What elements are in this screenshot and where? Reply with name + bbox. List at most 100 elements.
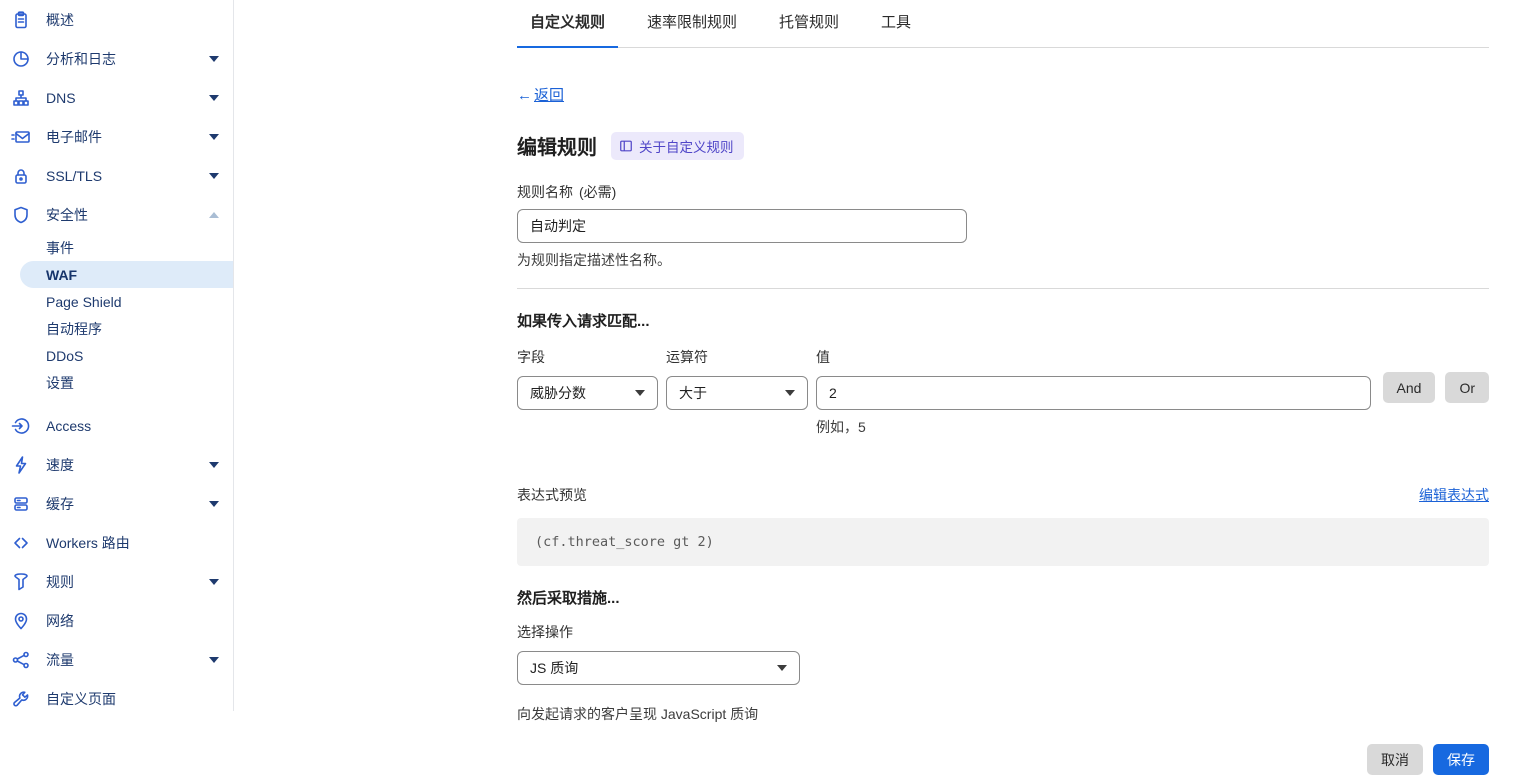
sidebar-item-traffic[interactable]: 流量 [0,640,233,679]
action-select-label: 选择操作 [517,622,1489,642]
expression-preview-label: 表达式预览 [517,485,587,505]
tab-managed-rules[interactable]: 托管规则 [766,0,852,48]
title-row: 编辑规则 关于自定义规则 [517,131,1489,160]
sidebar-item-label: 概述 [46,10,74,30]
value-column: 值 例如，5 [816,347,1371,437]
back-link[interactable]: 返回 [534,87,564,104]
sidebar-item-network[interactable]: 网络 [0,601,233,640]
chevron-down-icon [209,501,219,507]
action-select[interactable]: JS 质询 [517,651,800,685]
and-button[interactable]: And [1383,372,1436,403]
sidebar-item-ssl[interactable]: SSL/TLS [0,156,233,195]
rule-name-input[interactable] [517,209,967,243]
chevron-down-icon [209,462,219,468]
sidebar-item-workers[interactable]: Workers 路由 [0,523,233,562]
sidebar-item-label: Page Shield [46,294,122,310]
or-button[interactable]: Or [1445,372,1489,403]
sidebar-item-label: Access [46,418,91,434]
sidebar-item-email[interactable]: 电子邮件 [0,117,233,156]
filter-funnel-icon [10,572,32,592]
action-help: 向发起请求的客户呈现 JavaScript 质询 [517,704,1489,724]
field-select[interactable]: 威胁分数 [517,376,658,410]
sidebar-item-label: 自定义页面 [46,689,116,709]
location-pin-icon [10,611,32,631]
sidebar-item-label: DNS [46,90,76,106]
sidebar-subitem-bots[interactable]: 自动程序 [0,315,233,342]
chevron-up-icon [209,212,219,218]
sidebar-item-label: WAF [46,267,77,283]
sidebar-item-security[interactable]: 安全性 [0,195,233,234]
edit-expression-link[interactable]: 编辑表达式 [1419,485,1489,505]
sidebar-item-label: Workers 路由 [46,533,130,553]
select-arrow-icon [785,390,795,396]
value-label: 值 [816,347,1371,367]
form-footer: 取消 保存 [517,744,1489,775]
workers-icon [10,533,32,553]
action-section-heading: 然后采取措施... [517,587,1489,608]
chevron-down-icon [209,95,219,101]
chevron-down-icon [209,657,219,663]
sidebar-item-custom-pages[interactable]: 自定义页面 [0,679,233,718]
sidebar: 概述 分析和日志 DNS 电子邮件 SSL/TLS 安全性 [0,0,234,711]
sidebar-item-speed[interactable]: 速度 [0,445,233,484]
sidebar-item-label: DDoS [46,348,83,364]
analytics-icon [10,49,32,69]
lightning-icon [10,455,32,475]
sidebar-subitem-page-shield[interactable]: Page Shield [0,288,233,315]
email-icon [10,127,32,147]
sidebar-item-dns[interactable]: DNS [0,78,233,117]
chevron-down-icon [209,134,219,140]
sidebar-subitem-waf[interactable]: WAF [20,261,233,288]
shield-icon [10,205,32,225]
expression-code-box: (cf.threat_score gt 2) [517,518,1489,566]
rule-name-label: 规则名称(必需) [517,182,1489,202]
condition-row: 字段 威胁分数 运算符 大于 值 例如，5 And Or [517,347,1489,437]
value-input[interactable] [816,376,1371,410]
cancel-button[interactable]: 取消 [1367,744,1423,775]
rule-name-help: 为规则指定描述性名称。 [517,250,1489,270]
match-section-heading: 如果传入请求匹配... [517,310,1489,331]
sidebar-item-overview[interactable]: 概述 [0,0,233,39]
ssl-lock-icon [10,166,32,186]
tab-custom-rules[interactable]: 自定义规则 [517,0,618,48]
sidebar-item-label: 流量 [46,650,74,670]
value-help: 例如，5 [816,417,1371,437]
sidebar-item-caching[interactable]: 缓存 [0,484,233,523]
back-arrow-icon: ← [517,87,532,104]
tab-tools[interactable]: 工具 [868,0,924,48]
sidebar-subitem-settings[interactable]: 设置 [0,369,233,396]
waf-tabbar: 自定义规则 速率限制规则 托管规则 工具 [517,0,1489,48]
chevron-down-icon [209,56,219,62]
sidebar-item-label: SSL/TLS [46,168,102,184]
sidebar-item-label: 缓存 [46,494,74,514]
select-arrow-icon [635,390,645,396]
save-button[interactable]: 保存 [1433,744,1489,775]
sidebar-item-label: 设置 [46,373,74,393]
access-icon [10,416,32,436]
wrench-icon [10,689,32,709]
sidebar-item-label: 速度 [46,455,74,475]
operator-select[interactable]: 大于 [666,376,808,410]
badge-label: 关于自定义规则 [639,136,734,156]
sidebar-item-rules[interactable]: 规则 [0,562,233,601]
sidebar-item-label: 电子邮件 [46,127,102,147]
page-title: 编辑规则 [517,131,597,160]
operator-label: 运算符 [666,347,808,367]
sidebar-item-access[interactable]: Access [0,406,233,445]
share-nodes-icon [10,650,32,670]
sidebar-item-label: 网络 [46,611,74,631]
sidebar-subitem-events[interactable]: 事件 [0,234,233,261]
about-custom-rules-badge[interactable]: 关于自定义规则 [611,132,744,160]
chevron-down-icon [209,579,219,585]
main-content: 自定义规则 速率限制规则 托管规则 工具 ←返回 编辑规则 关于自定义规则 规则… [517,0,1489,775]
tab-rate-limiting-rules[interactable]: 速率限制规则 [634,0,750,48]
field-select-value: 威胁分数 [530,383,586,403]
overview-icon [10,10,32,30]
operator-select-value: 大于 [679,383,707,403]
sidebar-item-analytics[interactable]: 分析和日志 [0,39,233,78]
section-divider [517,288,1489,289]
caching-icon [10,494,32,514]
dns-icon [10,88,32,108]
back-row: ←返回 [517,84,1489,105]
sidebar-subitem-ddos[interactable]: DDoS [0,342,233,369]
